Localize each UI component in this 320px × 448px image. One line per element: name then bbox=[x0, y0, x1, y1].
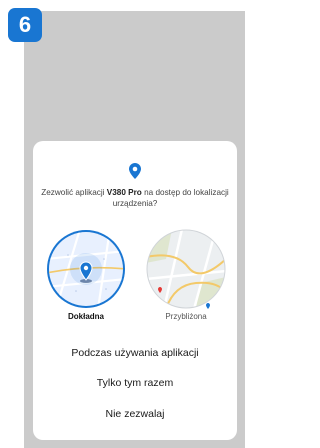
app-name: V380 Pro bbox=[106, 188, 142, 197]
allow-while-using-button[interactable]: Podczas używania aplikacji bbox=[33, 347, 237, 359]
precise-location-option[interactable] bbox=[46, 229, 126, 309]
prompt-prefix: Zezwolić aplikacji bbox=[41, 188, 107, 197]
allow-only-this-time-button[interactable]: Tylko tym razem bbox=[33, 377, 237, 389]
approximate-label: Przybliżona bbox=[165, 312, 207, 321]
phone-screen: Zezwolić aplikacji V380 Pro na dostęp do… bbox=[24, 11, 245, 448]
location-pin-icon bbox=[129, 163, 141, 179]
step-number-badge: 6 bbox=[8, 8, 42, 42]
deny-button[interactable]: Nie zezwalaj bbox=[33, 408, 237, 420]
approximate-location-option[interactable] bbox=[146, 229, 226, 309]
approximate-map-image bbox=[146, 229, 226, 309]
location-permission-dialog: Zezwolić aplikacji V380 Pro na dostęp do… bbox=[33, 141, 237, 440]
precise-label: Dokładna bbox=[67, 312, 104, 321]
precise-map-image bbox=[47, 230, 125, 308]
permission-prompt: Zezwolić aplikacji V380 Pro na dostęp do… bbox=[41, 188, 229, 209]
